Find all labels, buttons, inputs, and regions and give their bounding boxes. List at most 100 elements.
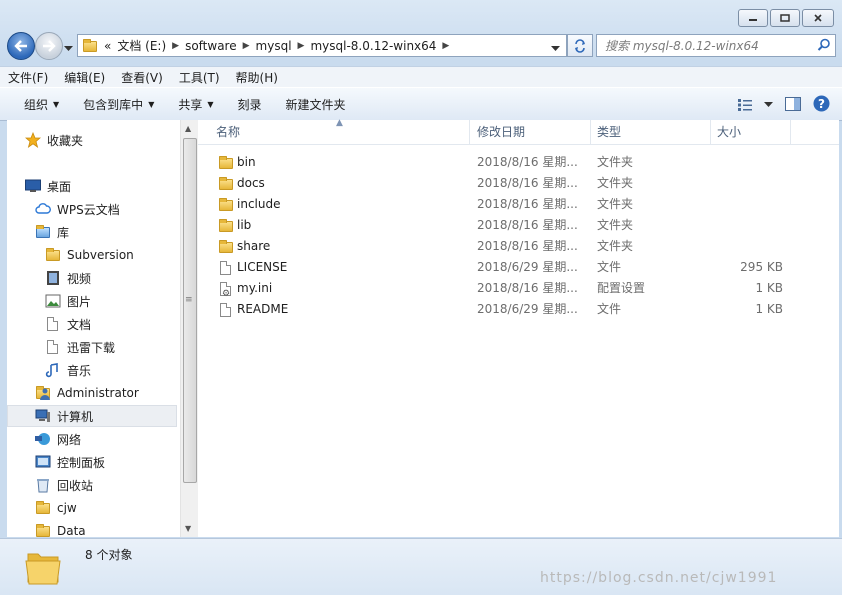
file-row-include[interactable]: include 2018/8/16 星期... 文件夹 [198, 194, 839, 215]
file-name: LICENSE [237, 260, 288, 274]
details-pane: 8 个对象 https://blog.csdn.net/cjw1991 [0, 538, 842, 595]
folder-icon [218, 218, 234, 234]
sidebar-item-network[interactable]: 网络 [35, 428, 81, 450]
library-icon [35, 224, 51, 240]
column-modified[interactable]: 修改日期 [471, 120, 591, 144]
file-size: 1 KB [755, 302, 783, 316]
grip-icon: ≡ [185, 295, 193, 305]
column-size[interactable]: 大小 [711, 120, 791, 144]
search-icon[interactable] [817, 38, 831, 55]
file-modified: 2018/8/16 星期... [477, 176, 578, 190]
breadcrumb-prefix[interactable]: « [104, 39, 111, 53]
sidebar-item-data[interactable]: Data [35, 520, 86, 537]
sidebar-item-wps-cloud[interactable]: WPS云文档 [35, 198, 120, 220]
file-row-my-ini[interactable]: my.ini 2018/8/16 星期... 配置设置 1 KB [198, 278, 839, 305]
new-folder-button[interactable]: 新建文件夹 [274, 96, 358, 113]
file-type: 文件夹 [597, 176, 634, 190]
maximize-icon[interactable] [770, 9, 800, 27]
file-modified: 2018/6/29 星期... [477, 260, 578, 274]
refresh-icon [575, 38, 585, 53]
sidebar-item-videos[interactable]: 视频 [45, 267, 91, 289]
sidebar-item-favorites[interactable]: 收藏夹 [24, 129, 83, 151]
file-row-share[interactable]: share 2018/8/16 星期... 文件夹 [198, 236, 839, 257]
sidebar-item-music[interactable]: 音乐 [45, 359, 91, 381]
chevron-right-icon: ▶ [242, 40, 250, 51]
scrollbar-thumb[interactable] [183, 138, 197, 483]
menu-tools[interactable]: 工具(T) [171, 69, 228, 86]
sidebar-item-computer[interactable]: 计算机 [7, 405, 177, 427]
file-type: 文件夹 [597, 239, 634, 253]
burn-button[interactable]: 刻录 [226, 96, 274, 113]
help-icon: ? [813, 95, 830, 112]
scroll-down-icon[interactable]: ▼ [185, 524, 191, 533]
change-view-button[interactable] [738, 99, 773, 111]
chevron-right-icon: ▶ [442, 40, 450, 51]
breadcrumb-drive[interactable]: 文档 (E:) ▶ [117, 37, 179, 54]
sidebar-item-desktop[interactable]: 桌面 [25, 175, 71, 197]
sidebar-item-pictures[interactable]: 图片 [45, 290, 91, 312]
search-input[interactable]: 搜索 mysql-8.0.12-winx64 [605, 37, 759, 54]
organize-button[interactable]: 组织 ▼ [0, 96, 71, 113]
back-button[interactable] [7, 32, 35, 60]
file-row-bin[interactable]: bin 2018/8/16 星期... 文件夹 [198, 152, 839, 173]
forward-button[interactable] [35, 32, 63, 60]
cloud-icon [35, 201, 51, 217]
help-button[interactable]: ? [813, 95, 830, 115]
menu-edit[interactable]: 编辑(E) [56, 69, 113, 86]
file-modified: 2018/8/16 星期... [477, 155, 578, 169]
file-row-readme[interactable]: README 2018/6/29 星期... 文件 1 KB [198, 299, 839, 320]
address-bar[interactable]: « 文档 (E:) ▶ software ▶ mysql ▶ mysql-8.0.12… [77, 34, 567, 57]
arrow-left-icon [14, 40, 27, 52]
item-count: 8 个对象 [85, 548, 133, 562]
file-type: 配置设置 [597, 281, 646, 295]
sidebar-item-administrator[interactable]: Administrator [35, 382, 139, 404]
file-type: 文件 [597, 302, 622, 316]
file-type: 文件夹 [597, 218, 634, 232]
scroll-up-icon[interactable]: ▲ [185, 124, 191, 133]
refresh-button[interactable] [567, 34, 593, 57]
sidebar-item-library[interactable]: 库 [35, 221, 69, 243]
folder-icon [35, 523, 51, 537]
close-icon[interactable] [802, 9, 834, 27]
folder-icon [45, 247, 61, 263]
address-dropdown-button[interactable] [551, 41, 560, 55]
breadcrumb-current[interactable]: mysql-8.0.12-winx64 ▶ [310, 39, 449, 53]
column-name[interactable]: 名称 [210, 120, 470, 144]
minimize-icon[interactable] [738, 9, 768, 27]
file-row-lib[interactable]: lib 2018/8/16 星期... 文件夹 [198, 215, 839, 236]
navigation-scrollbar[interactable]: ▲ ≡ ▼ [180, 120, 198, 537]
folder-icon [82, 38, 98, 54]
file-row-license[interactable]: LICENSE 2018/6/29 星期... 文件 295 KB [198, 257, 839, 278]
file-row-docs[interactable]: docs 2018/8/16 星期... 文件夹 [198, 173, 839, 194]
chevron-right-icon: ▶ [297, 40, 305, 51]
network-icon [35, 431, 51, 447]
file-name: share [237, 239, 271, 253]
file-modified: 2018/8/16 星期... [477, 218, 578, 232]
explorer-window: « 文档 (E:) ▶ software ▶ mysql ▶ mysql-8.0.12… [0, 0, 842, 595]
sidebar-item-cjw[interactable]: cjw [35, 497, 77, 519]
recent-pages-button[interactable] [64, 41, 73, 55]
download-icon [45, 339, 61, 355]
file-size [716, 215, 783, 236]
sidebar-item-thunder-download[interactable]: 迅雷下载 [45, 336, 115, 358]
chevron-down-icon: ▼ [148, 99, 155, 109]
sidebar-item-documents[interactable]: 文档 [45, 313, 91, 335]
search-box[interactable]: 搜索 mysql-8.0.12-winx64 [596, 34, 836, 57]
preview-pane-button[interactable] [785, 96, 801, 114]
breadcrumb-mysql[interactable]: mysql ▶ [256, 39, 305, 53]
file-name: docs [237, 176, 265, 190]
chevron-down-icon [64, 46, 73, 51]
sidebar-item-control-panel[interactable]: 控制面板 [35, 451, 105, 473]
column-type[interactable]: 类型 [591, 120, 711, 144]
recycle-bin-icon [35, 477, 51, 493]
sidebar-item-recycle-bin[interactable]: 回收站 [35, 474, 93, 496]
menu-help[interactable]: 帮助(H) [228, 69, 286, 86]
file-type: 文件夹 [597, 197, 634, 211]
menu-file[interactable]: 文件(F) [0, 69, 56, 86]
file-type: 文件 [597, 260, 622, 274]
include-library-button[interactable]: 包含到库中 ▼ [71, 96, 166, 113]
share-button[interactable]: 共享 ▼ [166, 96, 225, 113]
breadcrumb-software[interactable]: software ▶ [185, 39, 249, 53]
sidebar-item-subversion[interactable]: Subversion [45, 244, 134, 266]
menu-view[interactable]: 查看(V) [113, 69, 171, 86]
